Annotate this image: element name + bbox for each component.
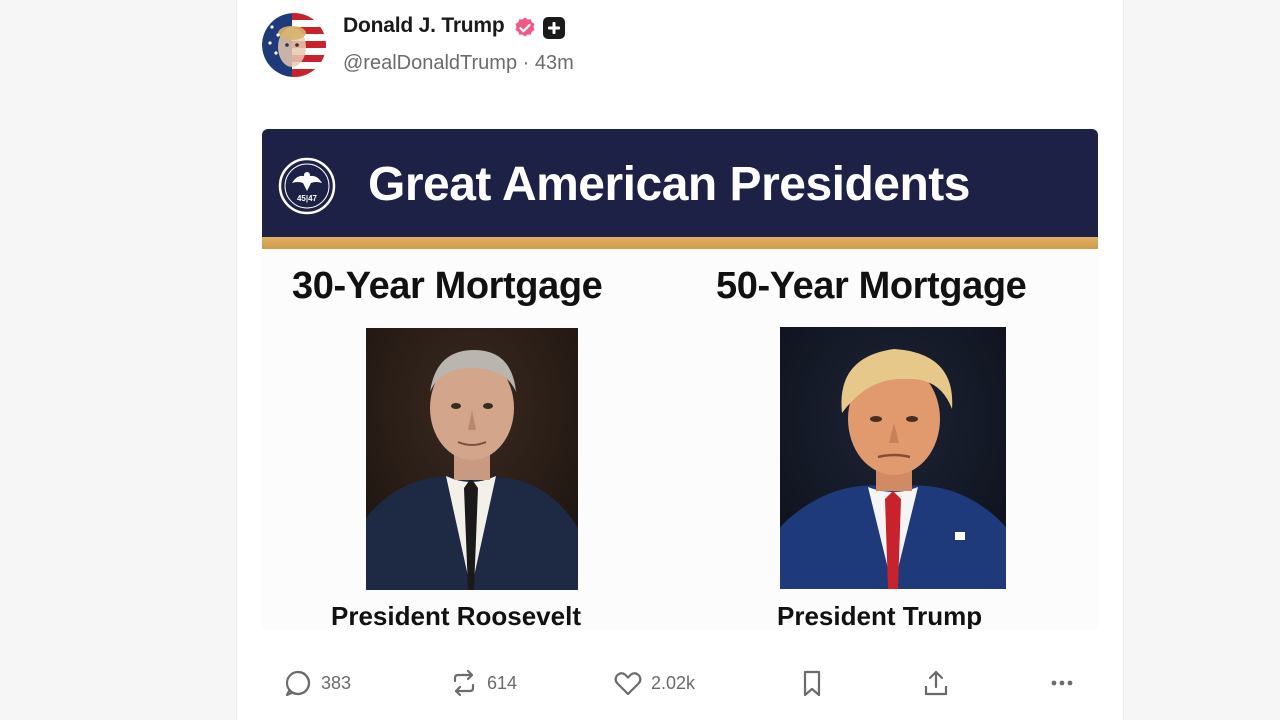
like-icon (614, 672, 642, 696)
bookmark-icon (803, 670, 821, 697)
roosevelt-portrait (366, 328, 578, 590)
more-icon (1051, 680, 1073, 686)
image-title: Great American Presidents (368, 158, 970, 211)
verified-badge-icon (515, 17, 535, 37)
reply-button[interactable]: 383 (283, 666, 351, 700)
right-column-heading: 50-Year Mortgage (716, 265, 1027, 307)
plus-badge-icon (543, 17, 565, 39)
post-timestamp[interactable]: 43m (535, 52, 574, 74)
post-image[interactable]: 45|47 Great American Presidents 30-Year … (262, 129, 1098, 629)
share-icon (924, 670, 948, 696)
author-handle[interactable]: @realDonaldTrump (343, 52, 517, 74)
like-count: 2.02k (651, 672, 696, 693)
seal-text: 45|47 (297, 194, 318, 203)
like-button[interactable]: 2.02k (613, 666, 695, 700)
reply-count: 383 (321, 672, 352, 693)
reply-icon (285, 670, 311, 697)
left-column-heading: 30-Year Mortgage (292, 265, 603, 307)
bookmark-button[interactable] (797, 666, 827, 700)
right-caption: President Trump (777, 601, 983, 629)
trump-portrait (780, 327, 1006, 589)
repost-count: 614 (487, 672, 518, 693)
presidential-seal-icon: 45|47 (278, 157, 336, 215)
image-gold-stripe (262, 237, 1098, 249)
repost-button[interactable]: 614 (449, 666, 517, 700)
feed-column: Donald J. Trump @realDonaldTrump · 43m 4… (236, 0, 1124, 720)
avatar-flag-portrait-icon (262, 13, 326, 77)
share-button[interactable] (921, 666, 951, 700)
author-display-name[interactable]: Donald J. Trump (343, 14, 505, 38)
author-avatar[interactable] (262, 13, 326, 77)
more-button[interactable] (1047, 666, 1077, 700)
meta-separator: · (522, 52, 530, 74)
left-caption: President Roosevelt (331, 601, 581, 629)
repost-icon (453, 669, 475, 697)
author-meta: @realDonaldTrump · 43m (343, 52, 574, 75)
